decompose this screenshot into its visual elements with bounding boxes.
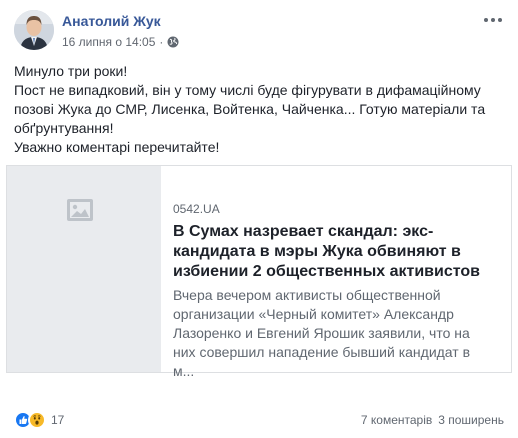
link-source: 0542.UA	[173, 202, 220, 216]
post-body: Минуло три роки! Пост не випадковий, він…	[14, 62, 504, 157]
link-preview-card[interactable]: 0542.UA В Сумах назревает скандал: экс-к…	[6, 165, 512, 379]
link-description: Вчера вечером активисты общественной орг…	[173, 287, 471, 379]
reaction-count: 17	[51, 413, 65, 427]
globe-icon[interactable]	[167, 36, 179, 48]
more-options-icon[interactable]	[484, 14, 504, 26]
link-thumbnail[interactable]	[7, 166, 161, 372]
post-timestamp[interactable]: 16 липня о 14:05	[62, 35, 155, 49]
meta-separator: ·	[159, 35, 164, 49]
post-line: Пост не випадковий, він у тому числі буд…	[14, 82, 486, 136]
author-name[interactable]: Анатолий Жук	[62, 13, 161, 29]
reactions-summary[interactable]: 17	[14, 411, 64, 429]
post-line: Уважно коментарі перечитайте!	[14, 139, 220, 155]
facebook-post: Анатолий Жук 16 липня о 14:05 · Минуло т…	[0, 0, 518, 438]
link-body[interactable]: 0542.UA В Сумах назревает скандал: экс-к…	[161, 166, 511, 379]
comments-count-link[interactable]: 7 коментарів	[361, 413, 432, 427]
avatar-portrait-icon	[14, 10, 54, 50]
avatar[interactable]	[14, 10, 54, 50]
post-footer: 17 7 коментарів 3 поширень	[14, 411, 504, 429]
image-placeholder-icon	[67, 199, 93, 221]
post-meta: 16 липня о 14:05 ·	[62, 35, 179, 49]
post-stats: 7 коментарів 3 поширень	[361, 413, 504, 427]
shares-count-link[interactable]: 3 поширень	[438, 413, 504, 427]
post-line: Минуло три роки!	[14, 63, 128, 79]
link-title[interactable]: В Сумах назревает скандал: экс-кандидата…	[173, 222, 493, 282]
post-header: Анатолий Жук 16 липня о 14:05 ·	[14, 10, 504, 54]
wow-icon	[28, 411, 46, 429]
